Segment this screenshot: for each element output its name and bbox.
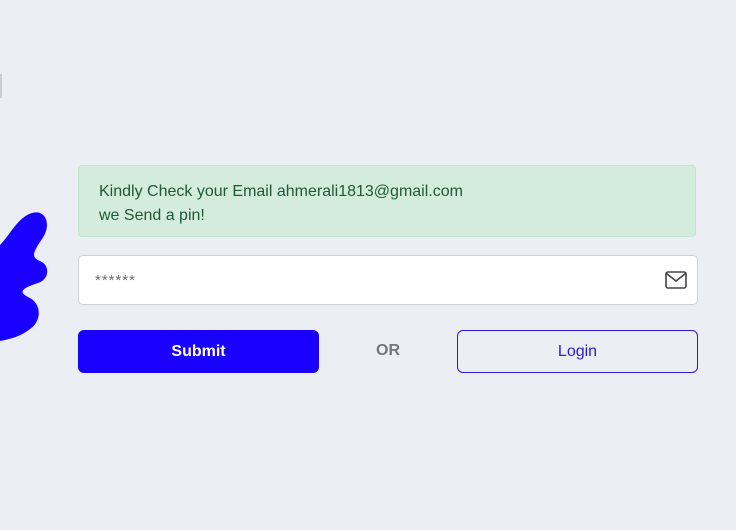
decorative-blob-shape bbox=[0, 212, 48, 341]
left-panel-edge bbox=[0, 74, 2, 98]
alert-message-line-2: we Send a pin! bbox=[99, 207, 205, 224]
submit-button[interactable]: Submit bbox=[78, 330, 319, 373]
or-separator: OR bbox=[376, 342, 400, 359]
alert-message-line-1: Kindly Check your Email ahmerali1813@gma… bbox=[99, 183, 463, 200]
pin-input[interactable] bbox=[79, 256, 639, 304]
success-alert: Kindly Check your Email ahmerali1813@gma… bbox=[78, 165, 696, 237]
mail-icon bbox=[665, 271, 687, 289]
login-button[interactable]: Login bbox=[457, 330, 698, 373]
pin-field bbox=[78, 255, 698, 305]
